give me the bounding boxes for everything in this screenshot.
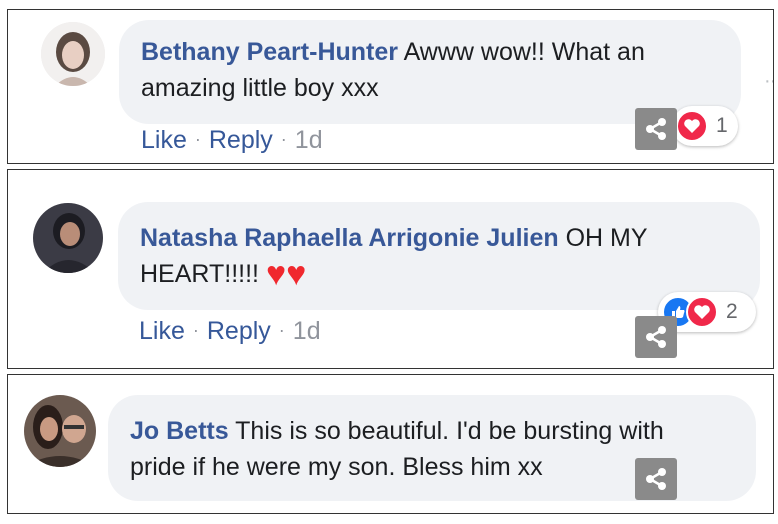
avatar[interactable] xyxy=(24,395,96,467)
heart-emoji: ♥♥ xyxy=(265,255,307,293)
avatar-photo xyxy=(41,22,105,86)
comment-actions: Like · Reply · 1d xyxy=(141,126,323,155)
comment-author[interactable]: Jo Betts xyxy=(130,417,229,445)
separator: · xyxy=(192,320,199,340)
comment-text-line2: amazing little boy xxx xyxy=(141,74,379,102)
comment-panel-1: ··· Bethany Peart-Hunter Awww wow!! What… xyxy=(7,9,774,164)
avatar-photo xyxy=(33,203,103,273)
avatar[interactable] xyxy=(33,203,103,273)
comment-actions: Like · Reply · 1d xyxy=(139,317,321,346)
comment-author[interactable]: Bethany Peart-Hunter xyxy=(141,38,398,66)
avatar-photo xyxy=(24,395,96,467)
comment-text-line1: OH MY xyxy=(565,224,648,252)
share-button[interactable] xyxy=(635,108,677,150)
reply-link[interactable]: Reply xyxy=(207,317,271,345)
comment-text-line1: Awww wow!! What an xyxy=(403,38,645,66)
more-options-icon[interactable]: ··· xyxy=(764,70,773,93)
comment-author[interactable]: Natasha Raphaella Arrigonie Julien xyxy=(140,224,559,252)
avatar[interactable] xyxy=(41,22,105,86)
love-icon xyxy=(686,296,718,328)
reaction-count: 2 xyxy=(726,300,738,323)
share-icon xyxy=(646,326,666,348)
share-icon xyxy=(646,118,666,140)
share-button[interactable] xyxy=(635,458,677,500)
share-icon xyxy=(646,468,666,490)
comment-text-line2: HEART!!!!! xyxy=(140,260,260,288)
comment-panel-3: Jo Betts This is so beautiful. I'd be bu… xyxy=(7,374,774,514)
comment-bubble: Natasha Raphaella Arrigonie Julien OH MY… xyxy=(118,202,760,310)
like-link[interactable]: Like xyxy=(141,126,187,154)
reaction-summary[interactable]: 1 xyxy=(672,106,738,146)
separator: · xyxy=(278,320,285,340)
comment-timestamp[interactable]: 1d xyxy=(295,126,323,154)
love-icon xyxy=(676,110,708,142)
like-link[interactable]: Like xyxy=(139,317,185,345)
comment-panel-2: Natasha Raphaella Arrigonie Julien OH MY… xyxy=(7,169,774,369)
comment-text-line2: pride if he were my son. Bless him xx xyxy=(130,453,543,481)
share-button[interactable] xyxy=(635,316,677,358)
comment-timestamp[interactable]: 1d xyxy=(293,317,321,345)
separator: · xyxy=(280,129,287,149)
reaction-count: 1 xyxy=(716,114,728,137)
separator: · xyxy=(194,129,201,149)
reply-link[interactable]: Reply xyxy=(209,126,273,154)
comment-text-line1: This is so beautiful. I'd be bursting wi… xyxy=(235,417,664,445)
